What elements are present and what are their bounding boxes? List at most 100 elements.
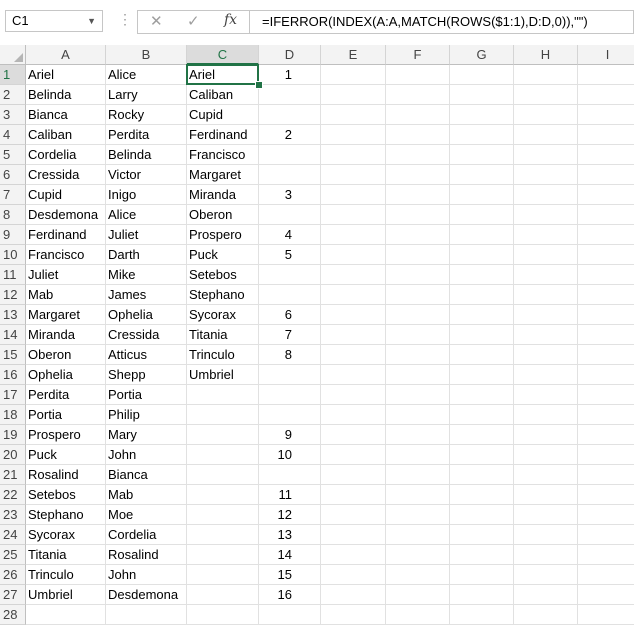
cell-a1[interactable]: Ariel [26,65,106,85]
cell-c18[interactable] [187,405,259,425]
cell-b2[interactable]: Larry [106,85,187,105]
cell-a9[interactable]: Ferdinand [26,225,106,245]
row-header-18[interactable]: 18 [0,405,26,425]
cell-a21[interactable]: Rosalind [26,465,106,485]
cell-c17[interactable] [187,385,259,405]
cell-h15[interactable] [514,345,578,365]
cell-c3[interactable]: Cupid [187,105,259,125]
cell-h13[interactable] [514,305,578,325]
cell-a16[interactable]: Ophelia [26,365,106,385]
cell-b11[interactable]: Mike [106,265,187,285]
cell-e8[interactable] [321,205,386,225]
cell-d25[interactable]: 14 [259,545,321,565]
cell-b7[interactable]: Inigo [106,185,187,205]
row-header-1[interactable]: 1 [0,65,26,85]
cell-g8[interactable] [450,205,514,225]
cell-g25[interactable] [450,545,514,565]
cell-e27[interactable] [321,585,386,605]
cell-b20[interactable]: John [106,445,187,465]
cell-a24[interactable]: Sycorax [26,525,106,545]
cell-d22[interactable]: 11 [259,485,321,505]
cell-g23[interactable] [450,505,514,525]
row-header-12[interactable]: 12 [0,285,26,305]
cell-c9[interactable]: Prospero [187,225,259,245]
cell-c27[interactable] [187,585,259,605]
cell-g2[interactable] [450,85,514,105]
cell-g12[interactable] [450,285,514,305]
cell-h26[interactable] [514,565,578,585]
cell-a17[interactable]: Perdita [26,385,106,405]
cell-f25[interactable] [386,545,450,565]
cell-b22[interactable]: Mab [106,485,187,505]
name-box[interactable]: C1 ▼ [5,10,103,32]
cell-h2[interactable] [514,85,578,105]
row-header-2[interactable]: 2 [0,85,26,105]
cell-f14[interactable] [386,325,450,345]
cell-i14[interactable] [578,325,634,345]
column-header-f[interactable]: F [386,45,450,65]
row-header-28[interactable]: 28 [0,605,26,625]
cell-d13[interactable]: 6 [259,305,321,325]
cell-a2[interactable]: Belinda [26,85,106,105]
cell-b14[interactable]: Cressida [106,325,187,345]
column-header-i[interactable]: I [578,45,634,65]
cell-b27[interactable]: Desdemona [106,585,187,605]
cell-i25[interactable] [578,545,634,565]
cell-e10[interactable] [321,245,386,265]
cell-c22[interactable] [187,485,259,505]
cell-a11[interactable]: Juliet [26,265,106,285]
cell-f6[interactable] [386,165,450,185]
cell-a14[interactable]: Miranda [26,325,106,345]
cell-a20[interactable]: Puck [26,445,106,465]
cell-a27[interactable]: Umbriel [26,585,106,605]
cell-g26[interactable] [450,565,514,585]
cell-e20[interactable] [321,445,386,465]
cell-b3[interactable]: Rocky [106,105,187,125]
cell-d10[interactable]: 5 [259,245,321,265]
row-header-14[interactable]: 14 [0,325,26,345]
cell-b26[interactable]: John [106,565,187,585]
cell-e23[interactable] [321,505,386,525]
cell-c15[interactable]: Trinculo [187,345,259,365]
cell-i5[interactable] [578,145,634,165]
cell-b4[interactable]: Perdita [106,125,187,145]
cell-i9[interactable] [578,225,634,245]
cell-i10[interactable] [578,245,634,265]
cell-b17[interactable]: Portia [106,385,187,405]
cell-f27[interactable] [386,585,450,605]
cell-e6[interactable] [321,165,386,185]
cell-g16[interactable] [450,365,514,385]
cell-g22[interactable] [450,485,514,505]
cell-c20[interactable] [187,445,259,465]
cell-f16[interactable] [386,365,450,385]
cell-d24[interactable]: 13 [259,525,321,545]
cell-g6[interactable] [450,165,514,185]
row-header-4[interactable]: 4 [0,125,26,145]
cell-d11[interactable] [259,265,321,285]
row-header-9[interactable]: 9 [0,225,26,245]
cell-b9[interactable]: Juliet [106,225,187,245]
row-header-5[interactable]: 5 [0,145,26,165]
cell-g21[interactable] [450,465,514,485]
cell-f13[interactable] [386,305,450,325]
cell-g17[interactable] [450,385,514,405]
cell-f24[interactable] [386,525,450,545]
cell-h6[interactable] [514,165,578,185]
cell-i27[interactable] [578,585,634,605]
column-header-c[interactable]: C [187,45,259,65]
cell-f3[interactable] [386,105,450,125]
cell-h21[interactable] [514,465,578,485]
cell-g13[interactable] [450,305,514,325]
cell-b18[interactable]: Philip [106,405,187,425]
cell-d16[interactable] [259,365,321,385]
cell-a13[interactable]: Margaret [26,305,106,325]
row-header-27[interactable]: 27 [0,585,26,605]
cell-e24[interactable] [321,525,386,545]
cell-c21[interactable] [187,465,259,485]
column-header-e[interactable]: E [321,45,386,65]
cell-a6[interactable]: Cressida [26,165,106,185]
cell-d7[interactable]: 3 [259,185,321,205]
row-header-8[interactable]: 8 [0,205,26,225]
cell-e22[interactable] [321,485,386,505]
cell-b28[interactable] [106,605,187,625]
